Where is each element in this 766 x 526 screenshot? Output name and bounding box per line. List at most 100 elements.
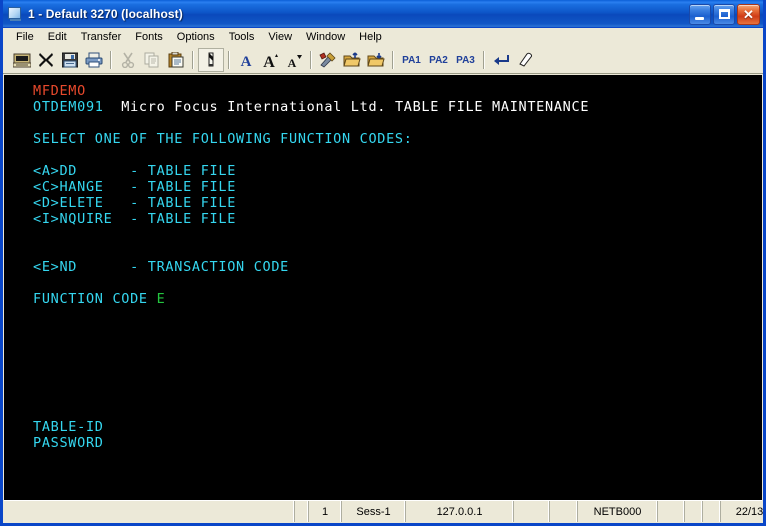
font-button[interactable]: A <box>234 49 258 71</box>
minimize-button[interactable] <box>689 3 711 25</box>
terminal-window-icon <box>7 6 23 22</box>
terminal-row: <I>NQUIRE - TABLE FILE <box>33 211 762 227</box>
terminal-row: OTDEM091 Micro Focus International Ltd. … <box>33 99 762 115</box>
close-icon: ✕ <box>743 6 754 22</box>
terminal-row <box>33 339 762 355</box>
font-increase-button[interactable]: A <box>258 49 282 71</box>
terminal-text: <D>ELETE - TABLE FILE <box>33 195 237 211</box>
terminal-row <box>33 387 762 403</box>
terminal-row <box>33 115 762 131</box>
terminal-row <box>33 403 762 419</box>
terminal-emulator-window: 1 - Default 3270 (localhost) ✕ File Edit… <box>0 0 766 526</box>
pa3-button[interactable]: PA3 <box>452 49 479 71</box>
print-button[interactable] <box>82 49 106 71</box>
status-cursor-position: 22/13 <box>721 501 766 522</box>
save-button[interactable] <box>58 49 82 71</box>
open-download-icon <box>367 53 385 67</box>
terminal-row: PASSWORD <box>33 435 762 451</box>
terminal-row <box>33 227 762 243</box>
terminal-row: <D>ELETE - TABLE FILE <box>33 195 762 211</box>
pa2-button[interactable]: PA2 <box>425 49 452 71</box>
terminal-row <box>33 275 762 291</box>
terminal-text: SELECT ONE OF THE FOLLOWING FUNCTION COD… <box>33 131 413 147</box>
connect-icon <box>13 53 31 68</box>
enter-key-button[interactable] <box>489 49 513 71</box>
terminal-row: MFDEMO <box>33 83 762 99</box>
status-field-6 <box>514 501 550 522</box>
menu-item-edit[interactable]: Edit <box>41 29 74 46</box>
close-x-icon <box>39 53 53 67</box>
font-increase-icon: A <box>263 54 278 68</box>
terminal-text: <C>HANGE - TABLE FILE <box>33 179 237 195</box>
window-title: 1 - Default 3270 (localhost) <box>28 7 183 21</box>
menu-item-help[interactable]: Help <box>352 29 389 46</box>
status-session-name: Sess-1 <box>342 501 406 522</box>
font-icon: A <box>241 54 252 68</box>
terminal-text: Micro Focus International Ltd. TABLE FIL… <box>103 99 590 115</box>
terminal-screen[interactable]: MFDEMO OTDEM091 Micro Focus International… <box>4 76 762 500</box>
status-host-address: 127.0.0.1 <box>406 501 514 522</box>
maximize-icon <box>719 8 730 19</box>
status-lu-name: NETB000 <box>578 501 658 522</box>
terminal-row: SELECT ONE OF THE FOLLOWING FUNCTION COD… <box>33 131 762 147</box>
terminal-text: TABLE-ID <box>33 419 104 435</box>
font-decrease-icon: A <box>287 55 302 68</box>
terminal-row: <E>ND - TRANSACTION CODE <box>33 259 762 275</box>
title-bar[interactable]: 1 - Default 3270 (localhost) ✕ <box>3 0 763 28</box>
disconnect-button[interactable] <box>34 49 58 71</box>
svg-text:A: A <box>241 54 252 68</box>
status-field-10 <box>685 501 703 522</box>
window-controls: ✕ <box>689 3 760 25</box>
clear-button[interactable] <box>513 49 537 71</box>
open-upload-button[interactable] <box>340 49 364 71</box>
terminal-text: PASSWORD <box>33 435 104 451</box>
terminal-row: FUNCTION CODE E <box>33 291 762 307</box>
status-field-11 <box>703 501 721 522</box>
menu-item-window[interactable]: Window <box>299 29 352 46</box>
menu-item-fonts[interactable]: Fonts <box>128 29 170 46</box>
enter-key-icon <box>494 55 509 65</box>
svg-text:A: A <box>263 54 275 68</box>
pa1-button[interactable]: PA1 <box>398 49 425 71</box>
cut-button[interactable] <box>116 49 140 71</box>
toolbar: A A A PA1 PA2 PA3 <box>3 47 763 74</box>
terminal-row <box>33 323 762 339</box>
copy-icon <box>144 52 159 68</box>
menu-item-file[interactable]: File <box>9 29 41 46</box>
menu-item-options[interactable]: Options <box>170 29 222 46</box>
menu-item-transfer[interactable]: Transfer <box>74 29 129 46</box>
terminal-text: FUNCTION CODE <box>33 291 157 307</box>
terminal-screen-area[interactable]: MFDEMO OTDEM091 Micro Focus International… <box>4 75 762 500</box>
open-download-button[interactable] <box>364 49 388 71</box>
font-decrease-button[interactable]: A <box>282 49 306 71</box>
status-field-7 <box>550 501 578 522</box>
terminal-row: TABLE-ID <box>33 419 762 435</box>
menu-bar: File Edit Transfer Fonts Options Tools V… <box>3 28 763 47</box>
print-icon <box>85 52 103 68</box>
terminal-text: <E>ND - TRANSACTION CODE <box>33 259 290 275</box>
terminal-row <box>33 355 762 371</box>
status-bar: 1 Sess-1 127.0.0.1 NETB000 22/13 <box>4 500 763 522</box>
menu-item-view[interactable]: View <box>261 29 299 46</box>
copy-button[interactable] <box>140 49 164 71</box>
terminal-text: E <box>156 291 166 307</box>
terminal-text: <I>NQUIRE - TABLE FILE <box>33 211 237 227</box>
connect-button[interactable] <box>10 49 34 71</box>
keyboard-map-button[interactable] <box>198 48 224 72</box>
terminal-row: <A>DD - TABLE FILE <box>33 163 762 179</box>
paste-icon <box>168 52 184 68</box>
terminal-text: OTDEM091 <box>33 99 104 115</box>
maximize-button[interactable] <box>713 3 735 25</box>
open-upload-icon <box>343 52 361 67</box>
terminal-row: <C>HANGE - TABLE FILE <box>33 179 762 195</box>
status-divider-1 <box>295 501 309 522</box>
close-button[interactable]: ✕ <box>737 3 760 25</box>
menu-item-tools[interactable]: Tools <box>222 29 262 46</box>
status-message <box>4 501 295 522</box>
svg-text:A: A <box>287 56 296 68</box>
paste-button[interactable] <box>164 49 188 71</box>
tools-icon <box>319 52 336 68</box>
status-field-9 <box>658 501 685 522</box>
tools-button[interactable] <box>316 49 340 71</box>
terminal-row <box>33 307 762 323</box>
